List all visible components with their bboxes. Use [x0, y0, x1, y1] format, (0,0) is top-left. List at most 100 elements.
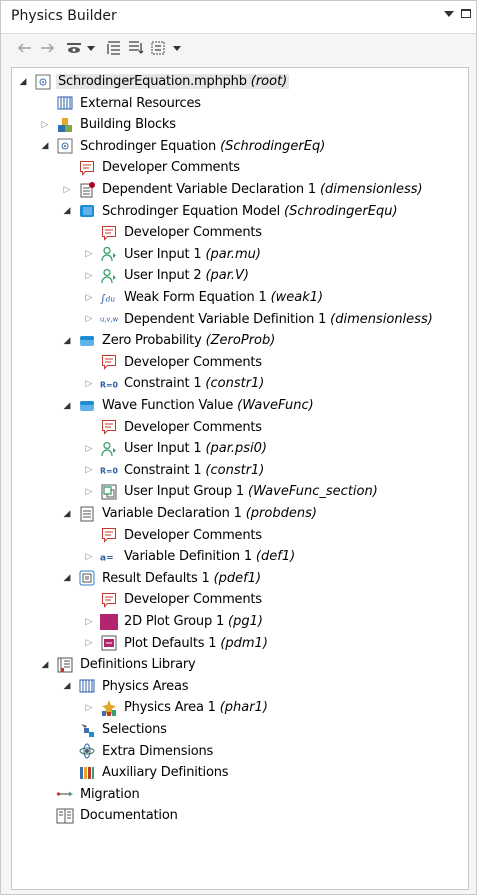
tree-node[interactable]: ◢ Wave Function Value (WaveFunc): [62, 395, 316, 416]
tree-node[interactable]: ◢ Definitions Library: [40, 654, 198, 675]
boundary-feature-icon: [78, 332, 96, 350]
expanded-arrow-icon[interactable]: ◢: [40, 660, 50, 670]
collapsed-arrow-icon[interactable]: ▷: [84, 638, 94, 648]
collapsed-arrow-icon[interactable]: ▷: [84, 379, 94, 389]
tree-node[interactable]: ▷ Dependent Variable Declaration 1 (dimens…: [62, 179, 425, 200]
collapsed-arrow-icon[interactable]: ▷: [84, 617, 94, 627]
collapsed-arrow-icon[interactable]: ▷: [84, 271, 94, 281]
tree-node[interactable]: ◢ SchrodingerEquation.mphphb (root): [18, 71, 290, 92]
expanded-arrow-icon[interactable]: ◢: [62, 336, 72, 346]
tree-node[interactable]: ▷ R=0 Constraint 1 (constr1): [84, 460, 266, 481]
tree-node-label: Schrodinger Equation Model: [102, 203, 281, 219]
tree-node[interactable]: ▷ a= Variable Definition 1 (def1): [84, 546, 297, 567]
result-defaults-icon: [78, 569, 96, 587]
show-icon[interactable]: [65, 38, 83, 58]
tree-node[interactable]: ▷ ∫ du Weak Form Equation 1 (weak1): [84, 287, 325, 308]
physics-area-icon: [100, 699, 118, 717]
tree-node-label: Developer Comments: [102, 160, 240, 176]
tree-node[interactable]: ▷ User Input Group 1 (WaveFunc_section): [84, 481, 380, 502]
expand-icon[interactable]: [127, 38, 145, 58]
tree-node[interactable]: Documentation: [40, 805, 180, 826]
collapsed-arrow-icon[interactable]: ▷: [84, 552, 94, 562]
tree-node-tag: (weak1): [270, 290, 324, 305]
collapsed-arrow-icon[interactable]: ▷: [84, 249, 94, 259]
tree-node[interactable]: ◢ Schrodinger Equation (SchrodingerEq): [40, 136, 327, 157]
tree-node[interactable]: Developer Comments: [62, 157, 242, 178]
panel-title-bar: Physics Builder: [1, 1, 476, 34]
variable-declaration-icon: [78, 505, 96, 523]
expanded-arrow-icon[interactable]: ◢: [62, 573, 72, 583]
tree-node[interactable]: ▷ R=0 Constraint 1 (constr1): [84, 373, 266, 394]
tree-node-label-group: Auxiliary Definitions: [100, 765, 230, 780]
tree-node-label: Developer Comments: [124, 225, 262, 241]
tree-node[interactable]: ▷ u,v,w Dependent Variable Definition 1 (di…: [84, 309, 435, 330]
tree-node-label: User Input 1: [124, 246, 202, 262]
tree-view-icon[interactable]: [149, 38, 167, 58]
tree-node-label: Schrodinger Equation: [80, 138, 217, 154]
collapsed-arrow-icon[interactable]: ▷: [84, 487, 94, 497]
tree-node[interactable]: ▷ Physics Area 1 (phar1): [84, 697, 270, 718]
tree-node[interactable]: ▷ User Input 1 (par.mu): [84, 244, 263, 265]
collapsed-arrow-icon[interactable]: ▷: [84, 314, 94, 324]
tree-node-label-group: Selections: [100, 722, 169, 737]
view-menu-icon[interactable]: [444, 11, 454, 17]
collapse-icon[interactable]: [105, 38, 123, 58]
tree-node-tag: (par.V): [205, 268, 249, 284]
collapsed-arrow-icon[interactable]: ▷: [40, 120, 50, 130]
building-blocks-icon: [56, 116, 74, 134]
tree-node[interactable]: Extra Dimensions: [62, 741, 215, 762]
tree-node-label: Variable Definition 1: [124, 549, 252, 565]
svg-text:a=: a=: [100, 553, 114, 563]
tree-node[interactable]: ◢ Physics Areas: [62, 676, 190, 697]
tree-node-label: Plot Defaults 1: [124, 635, 217, 651]
tree-node[interactable]: ◢ Result Defaults 1 (pdef1): [62, 568, 263, 589]
tree-node[interactable]: ▷ 2D Plot Group 1 (pg1): [84, 611, 265, 632]
expanded-arrow-icon[interactable]: ◢: [62, 401, 72, 411]
collapsed-arrow-icon[interactable]: ▷: [84, 444, 94, 454]
constraint-icon: R=0: [100, 375, 118, 393]
tree-node-label: Constraint 1: [124, 462, 202, 478]
tree-node-label: Developer Comments: [124, 527, 262, 543]
expanded-arrow-icon[interactable]: ◢: [62, 509, 72, 519]
external-resources-icon: [56, 94, 74, 112]
tree-view-dropdown-icon[interactable]: [173, 46, 181, 51]
comment-icon: [100, 224, 118, 242]
tree-node[interactable]: ▷ Plot Defaults 1 (pdm1): [84, 633, 270, 654]
tree-node-tag: (WaveFunc_section): [247, 484, 378, 500]
back-icon[interactable]: [17, 38, 33, 58]
collapsed-arrow-icon[interactable]: ▷: [84, 465, 94, 475]
tree-node[interactable]: Auxiliary Definitions: [62, 762, 230, 783]
expanded-arrow-icon[interactable]: ◢: [62, 206, 72, 216]
expanded-arrow-icon[interactable]: ◢: [18, 77, 28, 87]
tree-node[interactable]: Selections: [62, 719, 169, 740]
collapsed-arrow-icon[interactable]: ▷: [62, 185, 72, 195]
tree-node[interactable]: ▷ Building Blocks: [40, 114, 178, 135]
forward-icon[interactable]: [39, 38, 55, 58]
tree-node-label-group: Developer Comments: [122, 592, 264, 607]
tree-node-label-group: Dependent Variable Definition 1 (dimensio…: [122, 312, 435, 327]
tree-node[interactable]: Developer Comments: [84, 352, 264, 373]
tree-node-label: User Input 2: [124, 268, 202, 284]
tree-node[interactable]: ▷ User Input 2 (par.V): [84, 265, 251, 286]
tree-node[interactable]: ◢ Zero Probability (ZeroProb): [62, 330, 277, 351]
show-dropdown-icon[interactable]: [87, 46, 95, 51]
tree-node-tag: (par.mu): [205, 246, 261, 262]
physics-builder-panel: Physics Builder ◢ SchrodingerEquation.mph…: [0, 0, 477, 895]
expanded-arrow-icon[interactable]: ◢: [62, 681, 72, 691]
collapsed-arrow-icon[interactable]: ▷: [84, 703, 94, 713]
tree-node[interactable]: ▷ User Input 1 (par.psi0): [84, 438, 269, 459]
migration-icon: [56, 785, 74, 803]
collapsed-arrow-icon[interactable]: ▷: [84, 293, 94, 303]
expanded-arrow-icon[interactable]: ◢: [40, 141, 50, 151]
tree-node[interactable]: ◢ Schrodinger Equation Model (SchrodingerE…: [62, 201, 400, 222]
tree-node[interactable]: Developer Comments: [84, 222, 264, 243]
tree-node[interactable]: Developer Comments: [84, 589, 264, 610]
maximize-icon[interactable]: [461, 9, 471, 18]
tree-node[interactable]: ◢ Variable Declaration 1 (probdens): [62, 503, 319, 524]
tree-node[interactable]: External Resources: [40, 93, 203, 114]
tree-node-label-group: Zero Probability (ZeroProb): [100, 333, 277, 348]
tree-node-label-group: Constraint 1 (constr1): [122, 463, 266, 478]
tree-node[interactable]: Developer Comments: [84, 417, 264, 438]
tree-node[interactable]: Migration: [40, 784, 142, 805]
tree-node[interactable]: Developer Comments: [84, 525, 264, 546]
